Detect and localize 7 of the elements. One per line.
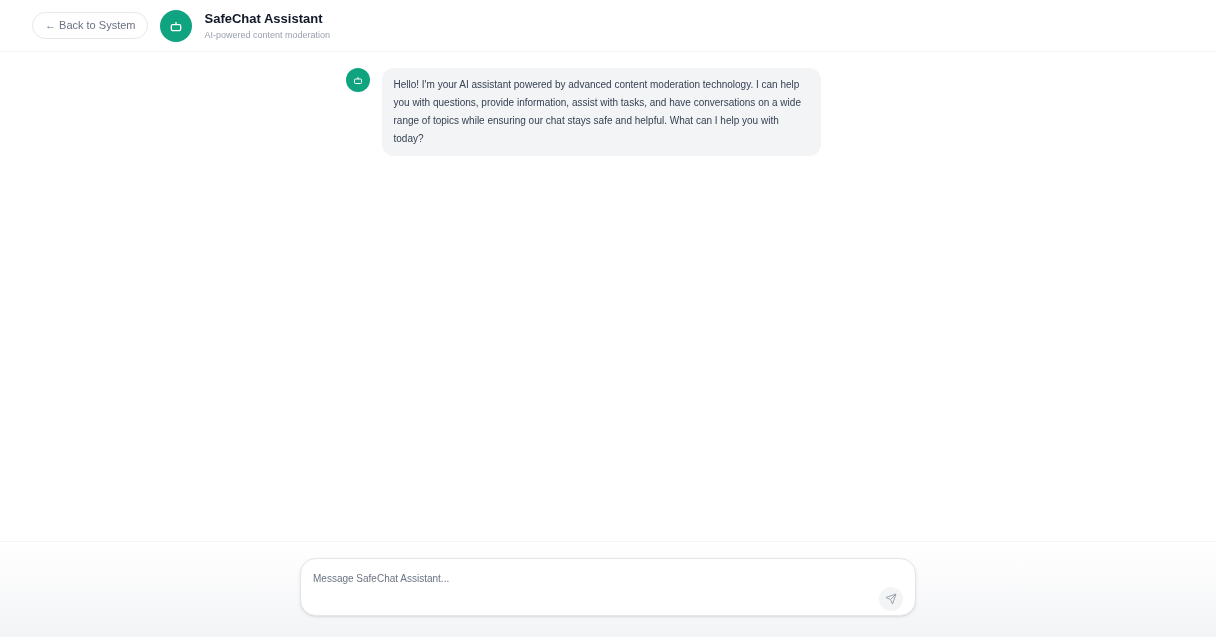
send-icon [885,593,897,605]
assistant-subtitle: AI-powered content moderation [204,28,331,42]
assistant-title: SafeChat Assistant [204,10,324,28]
robot-icon [351,74,364,86]
send-button[interactable] [879,587,903,611]
message-input[interactable]: Message SafeChat Assistant... [313,571,879,586]
message-bubble: Hello! I'm your AI assistant powered by advanced content moderation technology. I can help you with questions, provide information, assist with tasks, and have conversations on a wide range of topics while ensuring our chat stays safe and helpful. What can I help you with today? [381,68,821,156]
